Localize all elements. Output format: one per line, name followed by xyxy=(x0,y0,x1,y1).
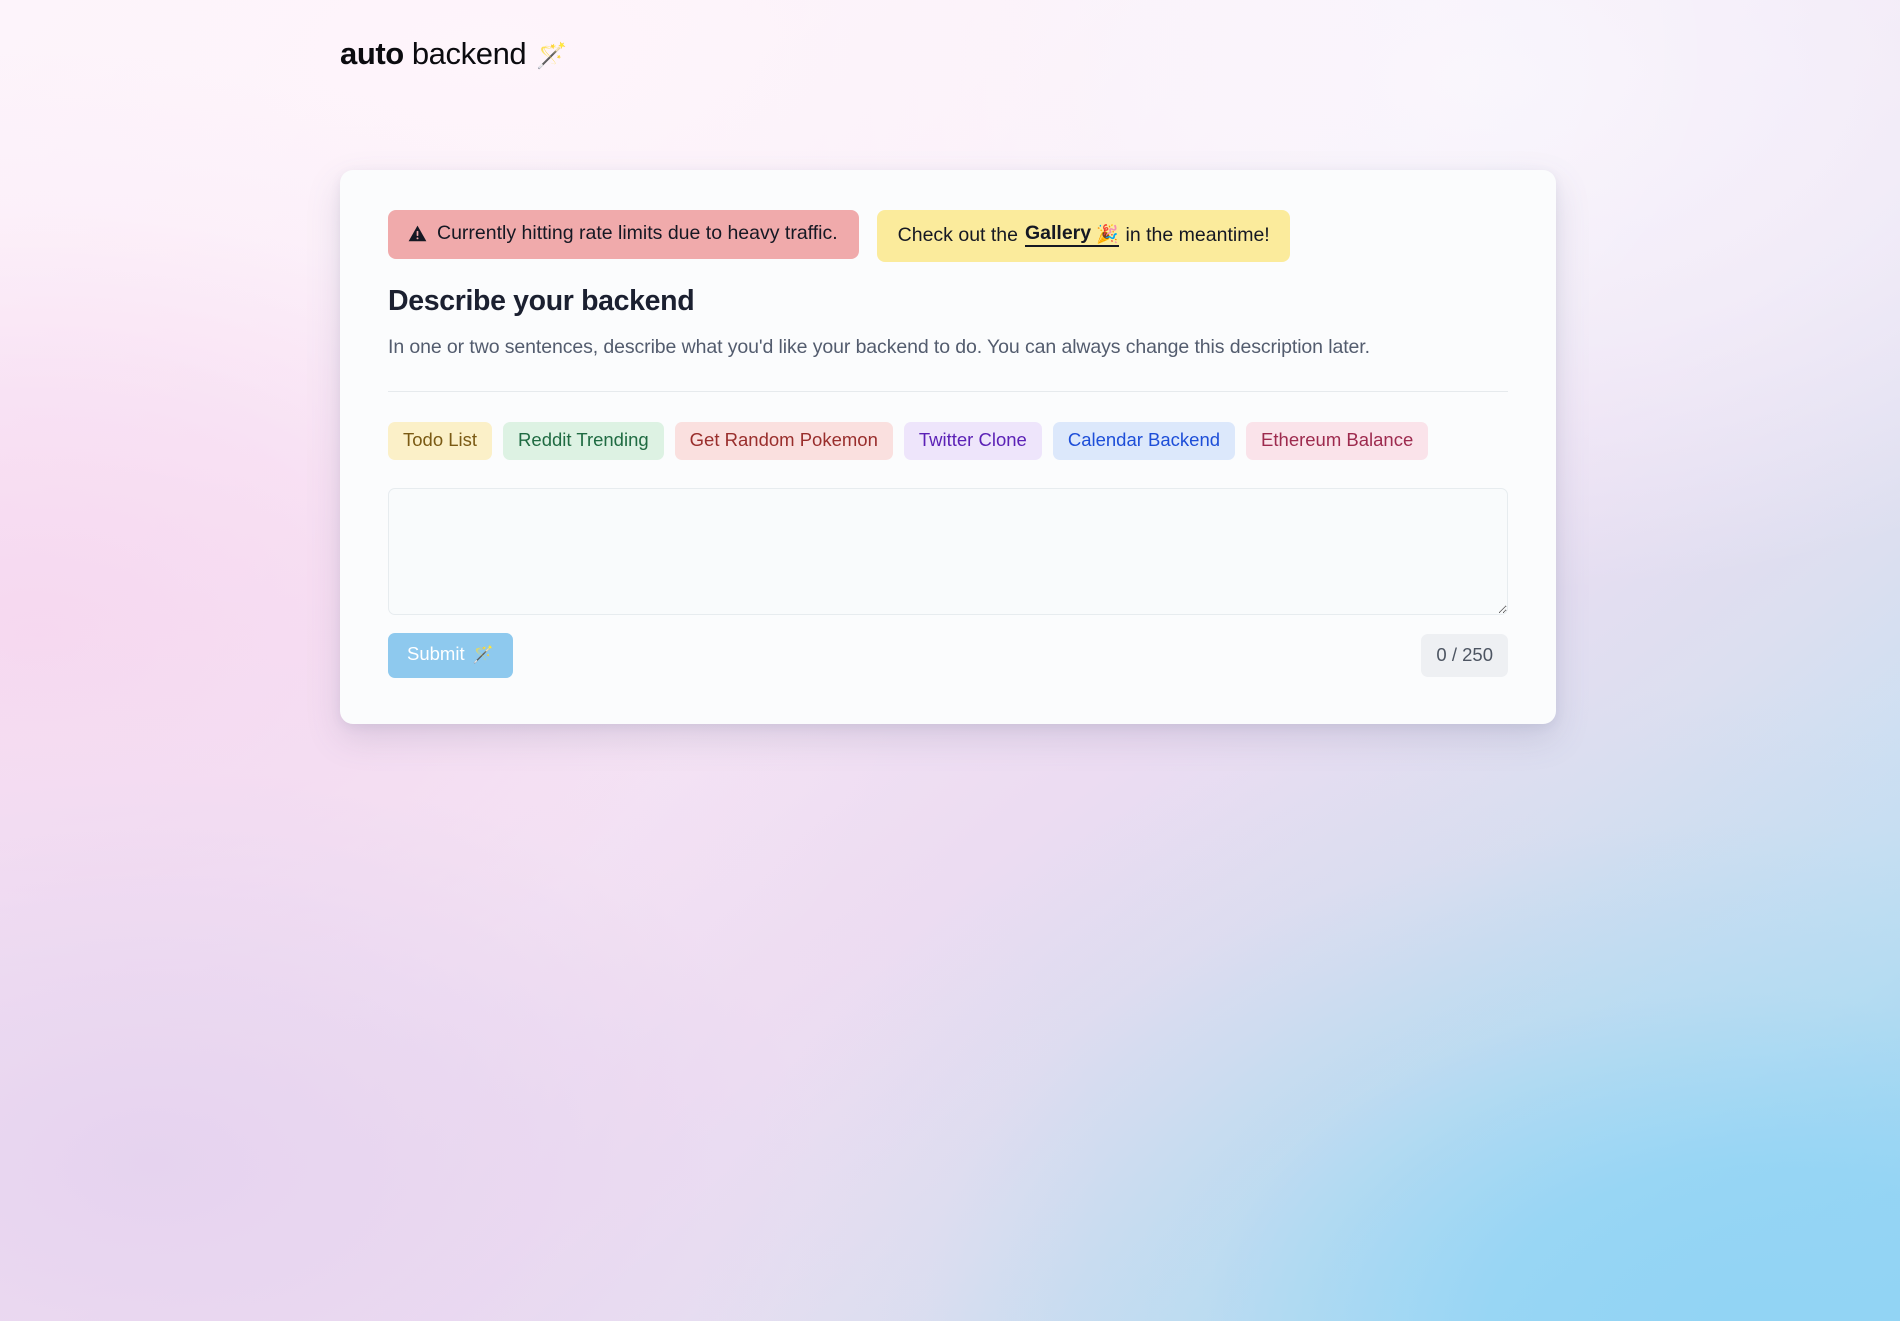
description-input-wrapper xyxy=(388,488,1508,615)
app-logo: auto backend 🪄 xyxy=(340,36,567,72)
page-subtitle: In one or two sentences, describe what y… xyxy=(388,335,1370,358)
describe-backend-card: Currently hitting rate limits due to hea… xyxy=(340,170,1556,724)
backend-description-textarea[interactable] xyxy=(388,488,1508,615)
submit-button-label: Submit xyxy=(407,643,465,664)
gallery-banner: Check out the Gallery 🎉 in the meantime! xyxy=(876,210,1290,262)
logo-text-backend: backend xyxy=(411,36,527,71)
section-divider xyxy=(388,390,1508,392)
card-content: Currently hitting rate limits due to hea… xyxy=(340,170,1556,678)
form-footer: Submit 🪄 0 / 250 xyxy=(388,633,1508,678)
warning-triangle-icon xyxy=(408,225,427,242)
banner-row: Currently hitting rate limits due to hea… xyxy=(388,210,1508,262)
preset-chip-todo-list[interactable]: Todo List xyxy=(388,421,493,460)
magic-wand-icon: 🪄 xyxy=(472,644,494,664)
gallery-suffix-text: in the meantime! xyxy=(1125,223,1270,246)
gallery-link-label: Gallery xyxy=(1024,222,1092,244)
preset-chip-reddit-trending[interactable]: Reddit Trending xyxy=(503,421,664,460)
preset-chip-calendar-backend[interactable]: Calendar Backend xyxy=(1052,421,1236,460)
preset-chip-list: Todo List Reddit Trending Get Random Pokem… xyxy=(388,421,1508,460)
rate-limit-text: Currently hitting rate limits due to hea… xyxy=(437,222,838,244)
gallery-link[interactable]: Gallery 🎉 xyxy=(1024,222,1119,247)
logo-text-auto: auto xyxy=(340,36,404,71)
page-title: Describe your backend xyxy=(388,284,695,317)
party-popper-icon: 🎉 xyxy=(1096,223,1119,244)
preset-chip-ethereum-balance[interactable]: Ethereum Balance xyxy=(1246,421,1429,460)
character-counter: 0 / 250 xyxy=(1421,633,1508,677)
gallery-prefix-text: Check out the xyxy=(897,223,1018,246)
preset-chip-get-random-pokemon[interactable]: Get Random Pokemon xyxy=(674,421,893,460)
magic-wand-icon: 🪄 xyxy=(536,42,567,70)
preset-chip-twitter-clone[interactable]: Twitter Clone xyxy=(903,421,1042,460)
submit-button[interactable]: Submit 🪄 xyxy=(388,633,513,678)
rate-limit-banner: Currently hitting rate limits due to hea… xyxy=(388,210,859,259)
